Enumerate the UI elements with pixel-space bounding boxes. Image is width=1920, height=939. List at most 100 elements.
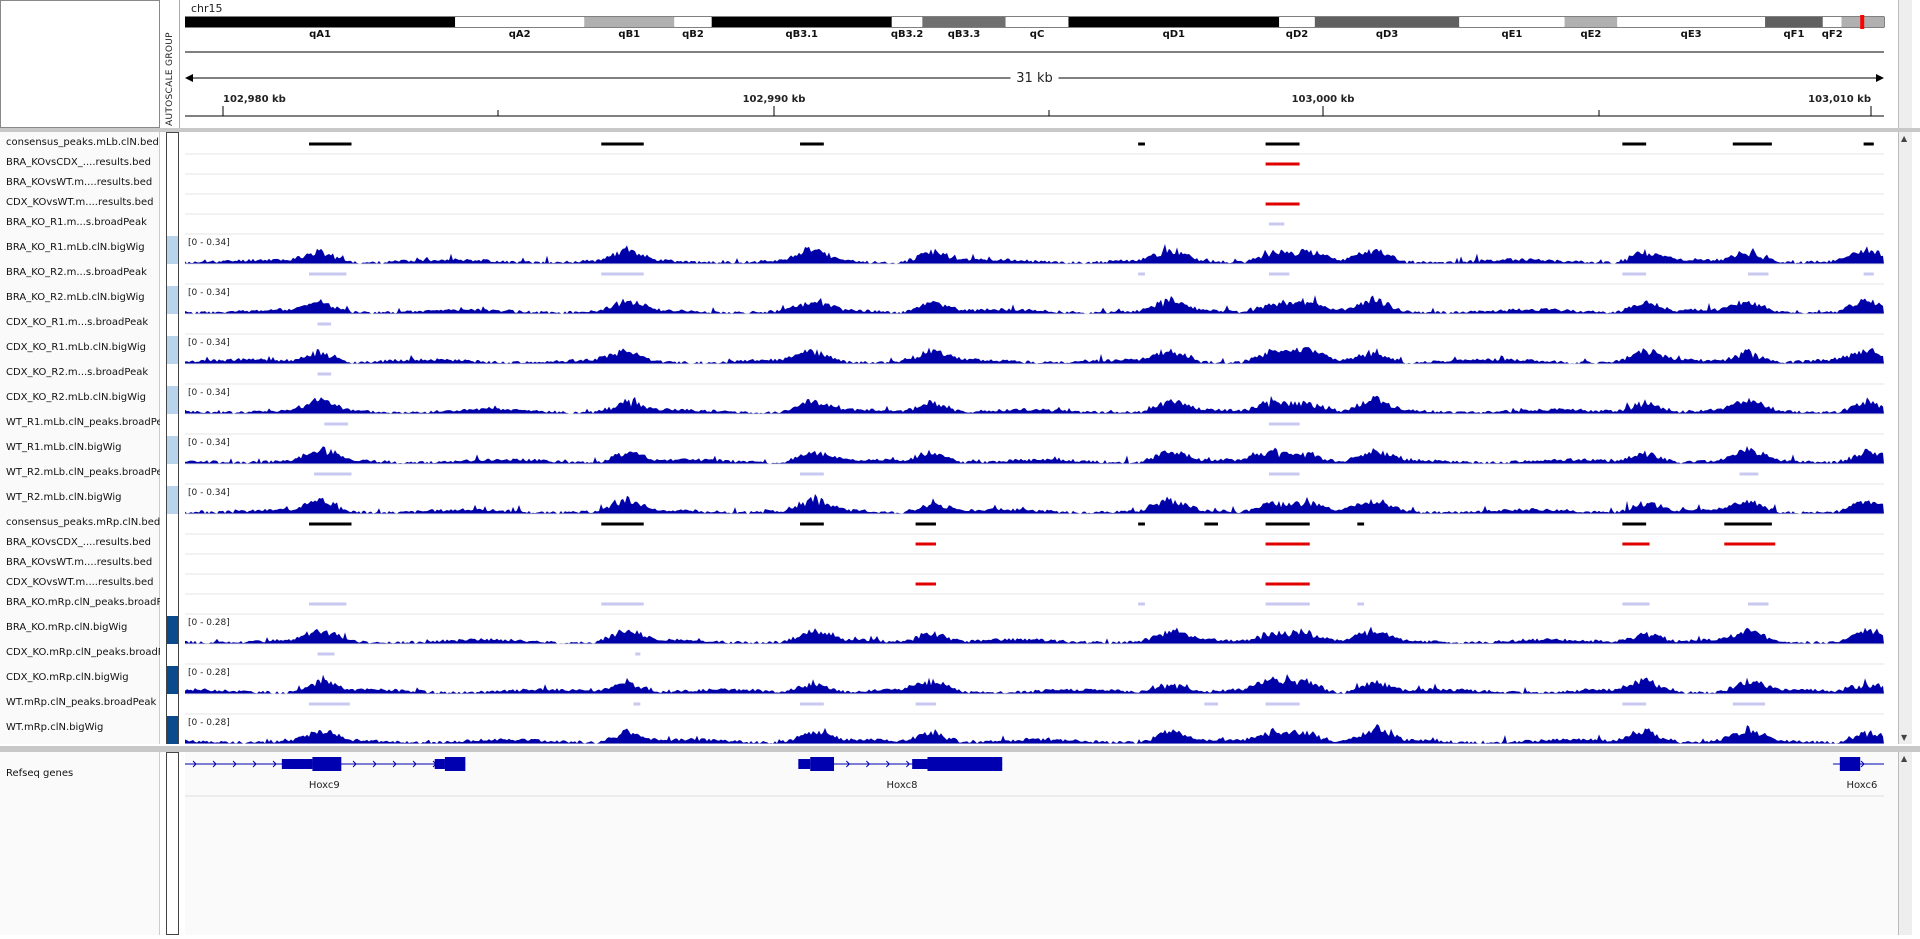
gene-scrollbar[interactable]: ▲ (1898, 752, 1912, 935)
cytoband-label: qB3.1 (785, 29, 818, 40)
cytoband (1822, 17, 1842, 27)
track-name[interactable]: CDX_KO_R2.m...s.broadPeak (6, 367, 160, 378)
peak-feature (800, 472, 824, 476)
track-name[interactable]: BRA_KO_R1.m...s.broadPeak (6, 217, 160, 228)
gene-exon (912, 759, 928, 769)
peak-feature (1268, 472, 1300, 476)
data-scrollbar[interactable]: ▲ ▼ (1898, 132, 1912, 744)
peak-feature (317, 322, 332, 326)
gene-attribute-panel[interactable] (166, 752, 179, 935)
track-name[interactable]: CDX_KOvsWT.m....results.bed (6, 197, 160, 208)
gene-track-name[interactable]: Refseq genes (6, 768, 160, 779)
data-panel[interactable]: [0 - 0.34] [0 - 0.34] [0 - 0.34] [0 - 0.34]… (185, 132, 1898, 744)
peak-feature (1265, 202, 1300, 206)
gene-exon (1839, 757, 1861, 771)
peak-feature (1138, 142, 1145, 146)
attribute-header[interactable]: AUTOSCALE GROUP (163, 0, 180, 128)
gene-scroll-up-icon[interactable]: ▲ (1901, 754, 1907, 763)
track-name[interactable]: BRA_KO_R2.m...s.broadPeak (6, 267, 160, 278)
track-name[interactable]: CDX_KO_R2.mLb.clN.bigWig (6, 392, 160, 403)
track-name[interactable]: consensus_peaks.mLb.clN.bed (6, 137, 160, 148)
data-range-label: [0 - 0.34] (188, 488, 230, 498)
track-name[interactable]: CDX_KO.mRp.clN.bigWig (6, 672, 160, 683)
track-name[interactable]: WT_R1.mLb.clN.bigWig (6, 442, 160, 453)
gene-exon (927, 757, 1003, 771)
peak-feature (1265, 542, 1310, 546)
cytoband (922, 17, 1006, 27)
peak-feature (1732, 702, 1766, 706)
attribute-cell[interactable] (167, 716, 178, 744)
track-name[interactable]: BRA_KO.mRp.clN.bigWig (6, 622, 160, 633)
track-name[interactable]: WT.mRp.clN_peaks.broadPeak (6, 697, 160, 708)
header-scrollbar[interactable] (1898, 0, 1912, 128)
ruler-svg[interactable]: chr15 qA1 qA2 qB1 qB2 qB3.1 qB3.2 qB3.3 qC qD1 qD… (184, 0, 1898, 128)
track-row (185, 582, 1884, 595)
track-name[interactable]: consensus_peaks.mRp.clN.bed (6, 517, 160, 528)
gene-label: Hoxc8 (887, 780, 918, 791)
track-name[interactable]: BRA_KOvsWT.m....results.bed (6, 557, 160, 568)
cytoband (674, 17, 712, 27)
gene-panel[interactable]: Hoxc9 Hoxc8 Hoxc6 (185, 752, 1898, 935)
peak-feature (1204, 522, 1218, 526)
track-name[interactable]: BRA_KOvsWT.m....results.bed (6, 177, 160, 188)
cytoband (1765, 17, 1823, 27)
chromosome-name: chr15 (191, 2, 223, 15)
track-row (185, 472, 1884, 485)
peak-feature (309, 602, 347, 606)
peak-feature (800, 522, 824, 526)
gene-svg[interactable]: Hoxc9 Hoxc8 Hoxc6 (185, 752, 1884, 935)
coverage-signal (185, 347, 1884, 364)
track-name[interactable]: CDX_KOvsWT.m....results.bed (6, 577, 160, 588)
attribute-cell[interactable] (167, 666, 178, 694)
ruler-tick-label: 102,980 kb (223, 94, 286, 105)
attribute-cell[interactable] (167, 386, 178, 414)
track-name[interactable]: BRA_KO.mRp.clN_peaks.broadP (6, 597, 160, 608)
ruler-scale: 31 kb 102,980 kb 102,990 kb 103,000 kb 103,0… (185, 51, 1884, 117)
track-row (185, 602, 1884, 615)
peak-feature (1748, 272, 1769, 276)
peak-feature (309, 142, 352, 146)
cytoband (1279, 17, 1315, 27)
track-name[interactable]: CDX_KO_R1.mLb.clN.bigWig (6, 342, 160, 353)
cytoband-label: qE3 (1681, 29, 1702, 40)
peak-feature (915, 522, 936, 526)
ruler-header[interactable]: chr15 qA1 qA2 qB1 qB2 qB3.1 qB3.2 qB3.3 qC qD1 qD… (184, 0, 1912, 128)
track-name[interactable]: WT_R2.mLb.clN_peaks.broadPea (6, 467, 160, 478)
track-name[interactable]: CDX_KO_R1.m...s.broadPeak (6, 317, 160, 328)
chromosome-ideogram[interactable]: qA1 qA2 qB1 qB2 qB3.1 qB3.2 qB3.3 qC qD1 qD2 qD3 qE… (184, 15, 1885, 40)
attribute-cell[interactable] (167, 436, 178, 464)
peak-feature (1622, 602, 1650, 606)
cytoband-label: qD3 (1376, 29, 1398, 40)
attribute-cell[interactable] (167, 486, 178, 514)
peak-feature (601, 142, 644, 146)
track-name[interactable]: WT_R1.mLb.clN_peaks.broadPea (6, 417, 160, 428)
track-name[interactable]: BRA_KO_R1.mLb.clN.bigWig (6, 242, 160, 253)
attribute-panel[interactable] (166, 132, 179, 744)
track-name[interactable]: BRA_KOvsCDX_....results.bed (6, 537, 160, 548)
peak-feature (915, 542, 936, 546)
cytoband (1068, 17, 1280, 27)
cytoband-label: qB3.2 (891, 29, 924, 40)
track-name[interactable]: BRA_KO_R2.mLb.clN.bigWig (6, 292, 160, 303)
attribute-cell[interactable] (167, 286, 178, 314)
cytoband-label: qD2 (1286, 29, 1308, 40)
cytoband-label: qA1 (309, 29, 331, 40)
track-name[interactable]: CDX_KO.mRp.clN_peaks.broadF (6, 647, 160, 658)
peak-feature (1622, 542, 1650, 546)
scroll-up-icon[interactable]: ▲ (1901, 134, 1907, 143)
tracks-svg[interactable]: [0 - 0.34] [0 - 0.34] [0 - 0.34] [0 - 0.34]… (185, 132, 1884, 744)
track-name[interactable]: WT.mRp.clN.bigWig (6, 722, 160, 733)
ruler-tick-label: 102,990 kb (743, 94, 806, 105)
scroll-down-icon[interactable]: ▼ (1901, 733, 1907, 742)
current-region-marker (1860, 15, 1865, 29)
gene-track-name-panel[interactable]: Refseq genes (0, 752, 160, 935)
gene-exon (281, 759, 313, 769)
attribute-cell[interactable] (167, 336, 178, 364)
attribute-cell[interactable] (167, 616, 178, 644)
peak-feature (1265, 142, 1300, 146)
track-names-panel[interactable]: consensus_peaks.mLb.clN.bed BRA_KOvsCDX_.… (0, 132, 160, 744)
track-name[interactable]: BRA_KOvsCDX_....results.bed (6, 157, 160, 168)
attribute-cell[interactable] (167, 236, 178, 264)
peak-feature (1265, 162, 1300, 166)
track-name[interactable]: WT_R2.mLb.clN.bigWig (6, 492, 160, 503)
